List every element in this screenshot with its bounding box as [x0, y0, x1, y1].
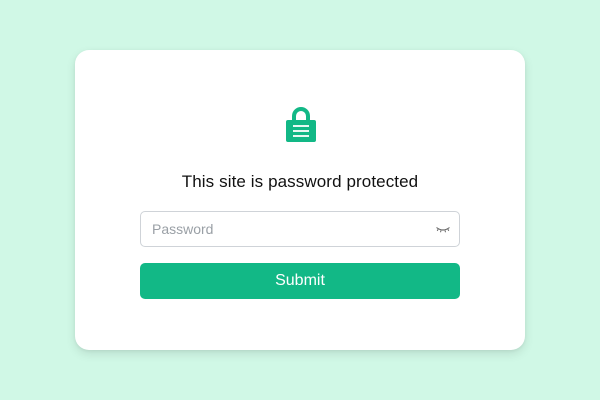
password-card: This site is password protected Submit: [75, 50, 525, 350]
eye-closed-icon[interactable]: [435, 223, 451, 235]
page-title: This site is password protected: [181, 172, 419, 191]
password-input[interactable]: [141, 212, 421, 246]
submit-button[interactable]: Submit: [140, 263, 460, 299]
password-field: [140, 211, 460, 247]
lock-icon: [286, 107, 316, 142]
